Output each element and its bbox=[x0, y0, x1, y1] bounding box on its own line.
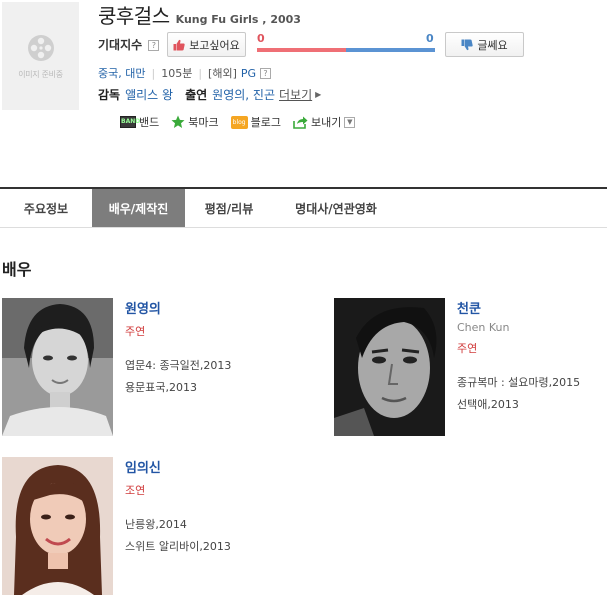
country-link[interactable]: 중국, 대만 bbox=[98, 65, 145, 81]
bookmark-button[interactable]: 북마크 bbox=[171, 114, 219, 130]
filmography-item[interactable]: 용문표국,2013 bbox=[125, 377, 231, 399]
blog-icon: blog bbox=[230, 115, 248, 129]
expectation-label-text: 기대지수 bbox=[98, 38, 143, 52]
actor-filmography: 종규복마 : 설요마령,2015 선택애,2013 bbox=[457, 372, 580, 416]
movie-title: 쿵후걸스 Kung Fu Girls , 2003 bbox=[98, 0, 301, 28]
runtime: 105분 bbox=[161, 67, 193, 80]
actor-info: 임의신 조연 난릉왕,2014 스위트 알리바이,2013 bbox=[125, 457, 231, 558]
filmography-item[interactable]: 종규복마 : 설요마령,2015 bbox=[457, 372, 580, 394]
band-share-button[interactable]: BAND 밴드 bbox=[120, 114, 159, 130]
actor-filmography: 난릉왕,2014 스위트 알리바이,2013 bbox=[125, 514, 231, 558]
filmography-item[interactable]: 선택애,2013 bbox=[457, 394, 580, 416]
share-arrow-icon bbox=[293, 116, 308, 129]
like-score: 0 bbox=[257, 32, 265, 45]
dislike-gauge-fill bbox=[346, 48, 435, 52]
actor-role: 주연 bbox=[457, 342, 478, 355]
share-toolbar: BAND 밴드 북마크 blog 블로그 보내기 ▼ bbox=[120, 114, 367, 130]
divider: | bbox=[151, 66, 156, 80]
movie-title-english: Kung Fu Girls , 2003 bbox=[175, 13, 301, 26]
actor-info: 천쿤 Chen Kun 주연 종규복마 : 설요마령,2015 선택애,2013 bbox=[457, 298, 580, 416]
thumbs-down-icon bbox=[461, 39, 473, 50]
rating-help-icon[interactable]: ? bbox=[260, 67, 272, 79]
actor-photo[interactable] bbox=[2, 298, 113, 436]
like-gauge-fill bbox=[257, 48, 346, 52]
actor-name[interactable]: 천쿤 bbox=[457, 298, 580, 317]
not-sure-label: 글쎄요 bbox=[477, 38, 508, 52]
divider: | bbox=[198, 66, 203, 80]
section-title: 배우 bbox=[2, 260, 32, 279]
want-to-see-label: 보고싶어요 bbox=[189, 38, 240, 52]
send-button[interactable]: 보내기 ▼ bbox=[293, 114, 356, 130]
filmography-item[interactable]: 스위트 알리바이,2013 bbox=[125, 536, 231, 558]
expectation-gauge bbox=[257, 48, 435, 52]
actor-photo[interactable] bbox=[2, 457, 113, 595]
filmography-item[interactable]: 난릉왕,2014 bbox=[125, 514, 231, 536]
dislike-score: 0 bbox=[426, 32, 434, 45]
actor-filmography: 엽문4: 종극일전,2013 용문표국,2013 bbox=[125, 355, 231, 399]
band-label: 밴드 bbox=[139, 116, 160, 129]
help-icon[interactable]: ? bbox=[148, 40, 160, 51]
movie-title-korean: 쿵후걸스 bbox=[98, 4, 170, 28]
more-link[interactable]: 더보기 bbox=[279, 86, 312, 103]
actor-name[interactable]: 원영의 bbox=[125, 298, 231, 317]
poster-placeholder-text: 이미지 준비중 bbox=[18, 69, 63, 79]
tab-cast-crew[interactable]: 배우/제작진 bbox=[92, 189, 185, 227]
movie-meta: 중국, 대만 | 105분 | [해외] PG ? bbox=[98, 65, 272, 81]
actor-name[interactable]: 임의신 bbox=[125, 457, 231, 476]
send-label: 보내기 bbox=[311, 116, 342, 129]
thumbs-up-icon bbox=[173, 39, 185, 50]
expectation-label: 기대지수 ? bbox=[98, 36, 160, 53]
credits: 감독 앨리스 왕 출연 원영의, 진곤 더보기 ▶ bbox=[98, 86, 321, 103]
tab-quotes-related[interactable]: 명대사/연관영화 bbox=[273, 189, 399, 227]
actor-role: 조연 bbox=[125, 484, 146, 497]
film-reel-icon bbox=[27, 34, 54, 61]
cast-label: 출연 bbox=[185, 88, 208, 102]
star-icon bbox=[171, 115, 185, 128]
blog-share-button[interactable]: blog 블로그 bbox=[230, 114, 281, 130]
tab-ratings-reviews[interactable]: 평점/리뷰 bbox=[185, 189, 273, 227]
actor-role: 주연 bbox=[125, 325, 146, 338]
want-to-see-button[interactable]: 보고싶어요 bbox=[167, 32, 246, 57]
not-sure-button[interactable]: 글쎄요 bbox=[445, 32, 524, 57]
cast-link[interactable]: 원영의, 진곤 bbox=[212, 86, 275, 103]
release-info: [해외] bbox=[208, 67, 237, 80]
band-icon: BAND bbox=[120, 116, 140, 128]
actor-info: 원영의 주연 엽문4: 종극일전,2013 용문표국,2013 bbox=[125, 298, 231, 399]
chevron-down-icon[interactable]: ▼ bbox=[344, 116, 356, 128]
actor-photo[interactable] bbox=[334, 298, 445, 436]
tab-main-info[interactable]: 주요정보 bbox=[0, 189, 92, 227]
poster-placeholder: 이미지 준비중 bbox=[2, 2, 79, 110]
detail-tabs: 주요정보 배우/제작진 평점/리뷰 명대사/연관영화 bbox=[0, 187, 607, 228]
bookmark-label: 북마크 bbox=[188, 116, 219, 129]
actor-english-name: Chen Kun bbox=[457, 321, 510, 334]
director-label: 감독 bbox=[98, 88, 121, 102]
blog-label: 블로그 bbox=[250, 116, 281, 129]
rating-link[interactable]: PG bbox=[241, 67, 256, 80]
filmography-item[interactable]: 엽문4: 종극일전,2013 bbox=[125, 355, 231, 377]
caret-right-icon: ▶ bbox=[315, 90, 322, 99]
director-link[interactable]: 앨리스 왕 bbox=[125, 86, 173, 103]
